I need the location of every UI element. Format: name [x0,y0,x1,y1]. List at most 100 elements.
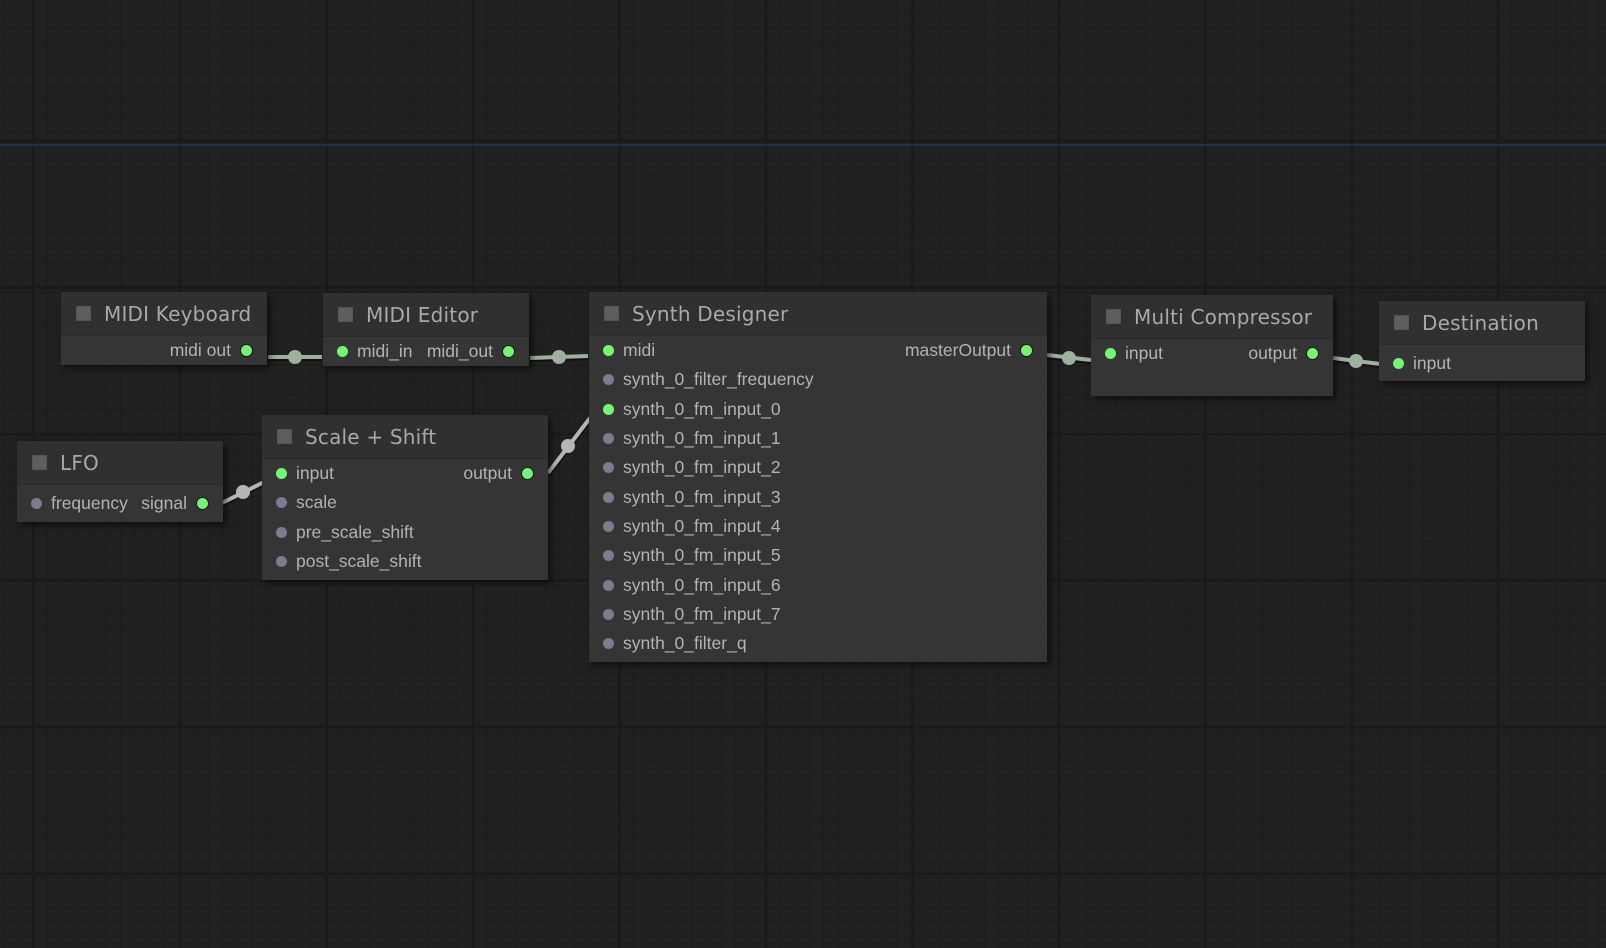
output-slot-master-output[interactable]: masterOutput [905,336,1039,365]
slot-label: synth_0_fm_input_6 [623,574,781,595]
node-header[interactable]: MIDI Keyboard [61,292,267,336]
input-slot-fm-input-7[interactable]: synth_0_fm_input_7 [597,600,781,629]
collapse-toggle-icon[interactable] [1394,315,1409,330]
slot-label: synth_0_filter_q [623,633,747,654]
slot-unconnected-dot-icon[interactable] [603,462,614,474]
slot-row: synth_0_fm_input_1 [589,424,1047,453]
node-synth-designer[interactable]: Synth Designer midi masterOutput synth_0… [589,292,1047,662]
collapse-toggle-icon[interactable] [277,429,292,444]
slot-label: synth_0_filter_frequency [623,369,814,390]
input-slot-fm-input-1[interactable]: synth_0_fm_input_1 [597,424,781,453]
slot-unconnected-dot-icon[interactable] [603,491,614,503]
input-slot-midi[interactable]: midi [597,336,655,365]
node-scale-shift[interactable]: Scale + Shift input output scale pre_sca… [262,415,548,580]
slot-row: input output [1091,339,1333,368]
node-header[interactable]: Destination [1379,301,1585,345]
slot-label: output [1248,343,1297,364]
output-slot-output[interactable]: output [1248,339,1325,368]
input-slot-fm-input-2[interactable]: synth_0_fm_input_2 [597,453,781,482]
node-title: Destination [1422,310,1539,335]
slot-connected-dot-icon[interactable] [196,497,209,510]
slot-connected-dot-icon[interactable] [1105,348,1116,360]
slot-row: synth_0_filter_frequency [589,365,1047,394]
collapse-toggle-icon[interactable] [1106,309,1121,324]
input-slot-frequency[interactable]: frequency [25,485,128,522]
input-slot-pre-scale-shift[interactable]: pre_scale_shift [270,518,414,547]
input-slot-input[interactable]: input [270,459,334,488]
output-slot-midi-out[interactable]: midi out [170,336,259,365]
slot-unconnected-dot-icon[interactable] [603,520,614,532]
slot-connected-dot-icon[interactable] [1306,347,1319,361]
slot-label: midi_out [426,341,493,362]
node-title: MIDI Editor [366,302,479,327]
slot-connected-dot-icon[interactable] [1020,344,1033,358]
input-slot-fm-input-0[interactable]: synth_0_fm_input_0 [597,395,781,424]
input-slot-fm-input-6[interactable]: synth_0_fm_input_6 [597,570,781,599]
slot-connected-dot-icon[interactable] [240,344,253,358]
input-slot-filter-frequency[interactable]: synth_0_filter_frequency [597,365,814,394]
collapse-toggle-icon[interactable] [604,306,619,321]
slot-label: synth_0_fm_input_5 [623,545,781,566]
slot-row: midi masterOutput [589,336,1047,365]
output-slot-signal[interactable]: signal [141,485,215,522]
node-header[interactable]: MIDI Editor [323,293,529,337]
node-title: LFO [60,450,99,475]
slot-label: input [296,463,334,484]
slot-unconnected-dot-icon[interactable] [276,556,287,568]
slot-unconnected-dot-icon[interactable] [276,497,287,509]
collapse-toggle-icon[interactable] [338,307,353,322]
slot-connected-dot-icon[interactable] [276,468,287,480]
slot-label: synth_0_fm_input_3 [623,486,781,507]
slot-connected-dot-icon[interactable] [1393,357,1404,369]
slot-unconnected-dot-icon[interactable] [603,638,614,650]
input-slot-fm-input-5[interactable]: synth_0_fm_input_5 [597,541,781,570]
slot-unconnected-dot-icon[interactable] [603,433,614,445]
input-slot-midi-in[interactable]: midi_in [331,337,412,366]
slot-unconnected-dot-icon[interactable] [603,608,614,620]
slot-label: synth_0_fm_input_2 [623,457,781,478]
slot-row: synth_0_fm_input_0 [589,395,1047,424]
node-midi-keyboard[interactable]: MIDI Keyboard midi out [61,292,267,366]
output-slot-output[interactable]: output [463,459,540,488]
node-midi-editor[interactable]: MIDI Editor midi_in midi_out [323,293,529,367]
collapse-toggle-icon[interactable] [32,455,47,470]
slot-label: pre_scale_shift [296,521,414,542]
slot-label: output [463,463,512,484]
slot-row: input [1379,345,1585,381]
node-title: Synth Designer [632,301,789,326]
input-slot-scale[interactable]: scale [270,488,337,517]
slot-unconnected-dot-icon[interactable] [276,526,287,538]
guide-line [0,144,1606,146]
output-slot-midi-out[interactable]: midi_out [427,337,521,366]
input-slot-fm-input-4[interactable]: synth_0_fm_input_4 [597,512,781,541]
node-header[interactable]: Scale + Shift [262,415,548,459]
slot-unconnected-dot-icon[interactable] [603,550,614,562]
node-header[interactable]: Multi Compressor [1091,295,1333,339]
slot-row: frequency signal [17,485,223,522]
slot-connected-dot-icon[interactable] [521,467,534,481]
slot-unconnected-dot-icon[interactable] [603,579,614,591]
input-slot-input[interactable]: input [1099,339,1163,368]
slot-connected-dot-icon[interactable] [502,345,515,359]
slot-unconnected-dot-icon[interactable] [603,374,614,386]
slot-label: input [1413,352,1451,373]
input-slot-filter-q[interactable]: synth_0_filter_q [597,629,747,658]
input-slot-input[interactable]: input [1387,345,1451,381]
slot-connected-dot-icon[interactable] [337,346,348,358]
slot-connected-dot-icon[interactable] [603,403,614,415]
slot-connected-dot-icon[interactable] [603,345,614,357]
node-header[interactable]: Synth Designer [589,292,1047,336]
node-header[interactable]: LFO [17,441,223,485]
node-multi-compressor[interactable]: Multi Compressor input output [1091,295,1333,396]
slot-label: midi [623,340,656,361]
input-slot-post-scale-shift[interactable]: post_scale_shift [270,547,422,576]
node-destination[interactable]: Destination input [1379,301,1585,381]
slot-unconnected-dot-icon[interactable] [31,498,42,509]
node-lfo[interactable]: LFO frequency signal [17,441,223,522]
node-title: Scale + Shift [305,424,437,449]
slot-row: post_scale_shift [262,547,548,580]
slot-label: signal [141,493,187,513]
input-slot-fm-input-3[interactable]: synth_0_fm_input_3 [597,482,781,511]
slot-label: scale [296,492,337,513]
collapse-toggle-icon[interactable] [76,306,91,321]
